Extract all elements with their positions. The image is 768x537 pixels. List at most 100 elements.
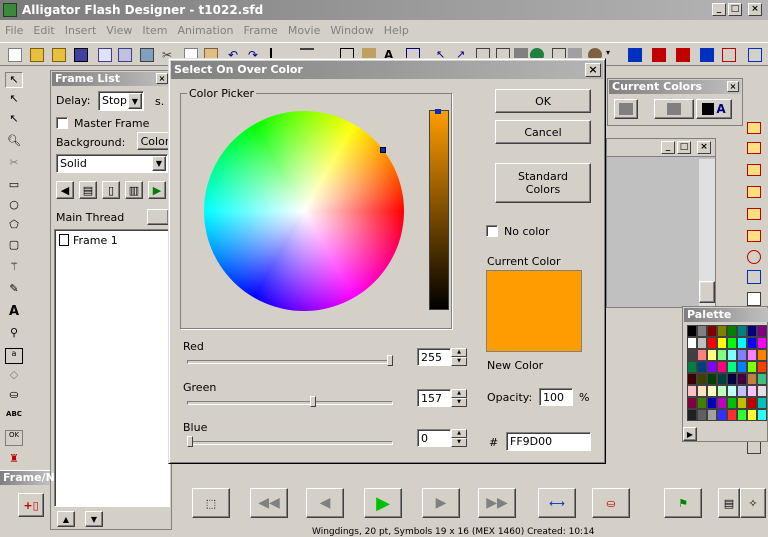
align-tool-3-icon[interactable] — [747, 164, 761, 176]
blue-spin-down-icon[interactable]: ▼ — [451, 438, 467, 447]
frame-list-item[interactable]: Frame 1 — [73, 234, 118, 247]
save-icon[interactable] — [74, 48, 88, 62]
minimize-button[interactable]: _ — [712, 3, 726, 16]
doc-maximize-button[interactable]: □ — [677, 141, 691, 154]
next-frame-button[interactable]: ▶ — [422, 488, 460, 518]
cut-shape-icon[interactable]: ✂ — [5, 156, 23, 172]
dropdown-arrow-icon[interactable]: ▾ — [606, 48, 620, 62]
delete-frame-icon[interactable]: ▥ — [125, 181, 143, 199]
green-slider-track[interactable] — [187, 401, 393, 405]
palette-color-cell[interactable] — [737, 409, 747, 421]
palette-color-cell[interactable] — [717, 325, 727, 337]
export-icon[interactable] — [118, 48, 132, 62]
palette-color-cell[interactable] — [747, 325, 757, 337]
lock-tool-icon[interactable] — [747, 292, 761, 306]
color-wheel-marker[interactable] — [380, 147, 386, 153]
red-value-field[interactable]: 255 — [417, 348, 451, 366]
delay-dropdown-arrow-icon[interactable]: ▼ — [128, 93, 142, 109]
move-frame-up-icon[interactable]: ▲ — [57, 511, 75, 527]
delay-select[interactable]: Stop ▼ — [98, 91, 144, 111]
doc-close-button[interactable]: × — [697, 141, 711, 154]
main-thread-button[interactable] — [147, 209, 169, 225]
polygon-icon[interactable]: ⬠ — [5, 218, 23, 234]
rectangle-icon[interactable]: ▭ — [5, 178, 23, 194]
pencil-icon[interactable]: ✎ — [5, 282, 23, 298]
palette-color-cell[interactable] — [727, 349, 737, 361]
palette-color-cell[interactable] — [687, 337, 697, 349]
effects-button[interactable]: ✧ — [740, 488, 766, 518]
ellipse-icon[interactable]: ○ — [5, 198, 23, 214]
text-tool-icon[interactable]: A — [5, 304, 23, 320]
palette-scroll-right-icon[interactable]: ▶ — [683, 427, 697, 441]
red-spin-up-icon[interactable]: ▲ — [451, 348, 467, 357]
red-spin-down-icon[interactable]: ▼ — [451, 357, 467, 366]
palette-color-cell[interactable] — [697, 385, 707, 397]
rewind-button[interactable]: ◀◀ — [250, 488, 288, 518]
palette-color-cell[interactable] — [737, 349, 747, 361]
add-frame-button[interactable]: +▯ — [18, 493, 44, 517]
blue-slider-track[interactable] — [187, 441, 393, 445]
blue-spinner[interactable]: ▲ ▼ — [451, 429, 467, 447]
palette-color-cell[interactable] — [697, 337, 707, 349]
menu-item[interactable]: Item — [137, 22, 172, 39]
palette-color-cell[interactable] — [707, 349, 717, 361]
palette-color-cell[interactable] — [727, 385, 737, 397]
palette-color-cell[interactable] — [757, 373, 767, 385]
palette-color-cell[interactable] — [717, 337, 727, 349]
green-spinner[interactable]: ▲ ▼ — [451, 389, 467, 407]
frame-properties-icon[interactable]: ▤ — [79, 181, 97, 199]
palette-color-cell[interactable] — [757, 337, 767, 349]
blue-value-field[interactable]: 0 — [417, 429, 451, 447]
new-file-icon[interactable] — [8, 48, 22, 62]
align-tool-2-icon[interactable] — [747, 142, 761, 154]
green-spin-down-icon[interactable]: ▼ — [451, 398, 467, 407]
blue-spin-up-icon[interactable]: ▲ — [451, 429, 467, 438]
palette-color-cell[interactable] — [707, 397, 717, 409]
text-color-swatch-icon[interactable]: A — [696, 99, 732, 119]
fill-color-swatch-icon[interactable] — [614, 99, 638, 119]
palette-color-cell[interactable] — [697, 325, 707, 337]
palette-color-cell[interactable] — [747, 373, 757, 385]
rounded-rect-icon[interactable]: ▢ — [5, 238, 23, 254]
center-tool-icon[interactable] — [747, 250, 761, 264]
brightness-marker[interactable] — [435, 109, 441, 114]
menu-animation[interactable]: Animation — [172, 22, 238, 39]
script-button[interactable]: ▤ — [718, 488, 740, 518]
master-frame-checkbox[interactable] — [56, 117, 68, 129]
palette-color-cell[interactable] — [727, 373, 737, 385]
line-color-swatch-icon[interactable] — [654, 99, 694, 119]
menu-edit[interactable]: Edit — [28, 22, 59, 39]
blue-slider-thumb[interactable] — [187, 436, 193, 447]
size-tool-icon[interactable] — [747, 270, 761, 284]
frame-list-close-button[interactable]: × — [156, 73, 168, 84]
palette-color-cell[interactable] — [687, 325, 697, 337]
nav-first-icon[interactable] — [628, 48, 642, 62]
palette-color-cell[interactable] — [707, 409, 717, 421]
palette-color-cell[interactable] — [697, 373, 707, 385]
color-wheel[interactable] — [204, 111, 404, 311]
point-arrow-icon[interactable]: ↖ — [5, 112, 23, 128]
green-spin-up-icon[interactable]: ▲ — [451, 389, 467, 398]
palette-color-cell[interactable] — [737, 361, 747, 373]
magic-wand-icon[interactable]: ⚚ — [5, 260, 23, 276]
import-icon[interactable] — [98, 48, 112, 62]
play-frame-icon[interactable] — [748, 48, 762, 62]
palette-color-cell[interactable] — [687, 385, 697, 397]
standard-colors-button[interactable]: Standard Colors — [495, 163, 591, 203]
play-button[interactable]: ▶ — [364, 488, 402, 518]
nav-last-icon[interactable] — [700, 48, 714, 62]
add-frame-icon[interactable] — [722, 48, 736, 62]
palette-color-cell[interactable] — [757, 397, 767, 409]
fit-width-button[interactable]: ⟷ — [538, 488, 576, 518]
palette-color-cell[interactable] — [747, 397, 757, 409]
palette-color-cell[interactable] — [707, 385, 717, 397]
no-color-checkbox[interactable] — [486, 225, 498, 237]
menu-insert[interactable]: Insert — [60, 22, 102, 39]
align-tool-4-icon[interactable] — [747, 186, 761, 198]
menu-file[interactable]: File — [0, 22, 28, 39]
palette-color-cell[interactable] — [727, 361, 737, 373]
doc-scroll-thumb[interactable] — [699, 281, 715, 303]
palette-color-cell[interactable] — [687, 349, 697, 361]
palette-color-cell[interactable] — [747, 361, 757, 373]
align-tool-1-icon[interactable] — [747, 122, 761, 134]
